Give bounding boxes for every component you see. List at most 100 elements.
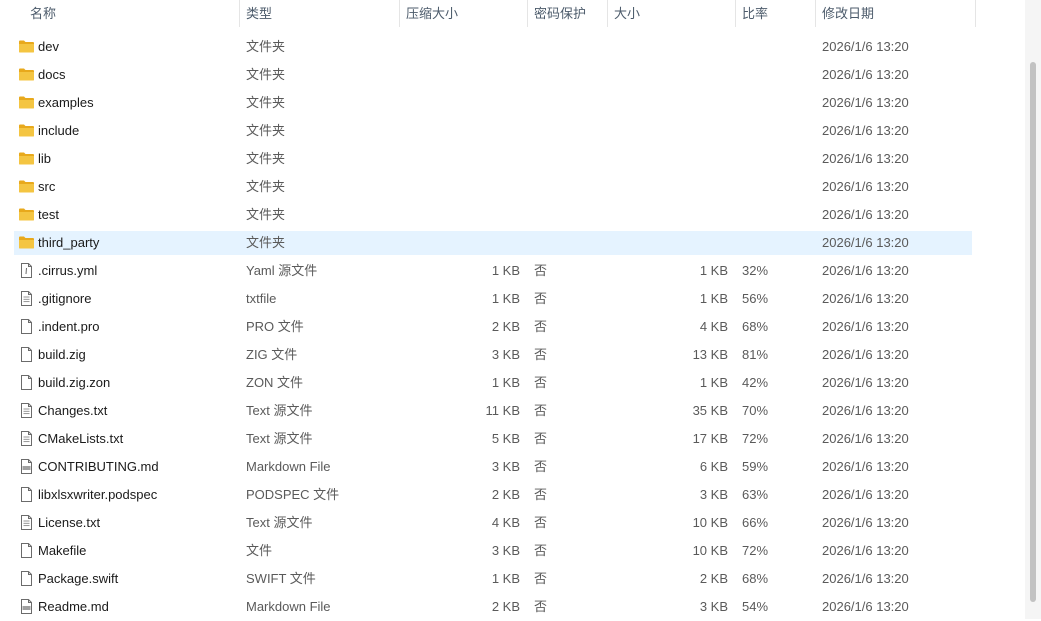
encrypted-flag: 否 (534, 403, 548, 418)
file-name: CONTRIBUTING.md (38, 459, 159, 474)
folder-icon (18, 179, 35, 194)
file-type: SWIFT 文件 (246, 571, 316, 586)
file-name: Changes.txt (38, 403, 108, 418)
file-type: ZIG 文件 (246, 347, 298, 362)
file-row[interactable]: lib 文件夹 2026/1/6 13:20 (0, 145, 976, 173)
yaml-file-icon (18, 263, 35, 278)
compression-ratio: 68% (742, 319, 769, 334)
file-name: .gitignore (38, 291, 92, 306)
file-type: 文件夹 (246, 151, 286, 166)
packed-size: 1 KB (491, 291, 520, 306)
file-row[interactable]: License.txt Text 源文件 4 KB 否 10 KB 66% 2026/1/6… (0, 509, 976, 537)
file-size: 10 KB (692, 543, 728, 558)
encrypted-flag: 否 (534, 347, 548, 362)
file-name: examples (38, 95, 94, 110)
file-row[interactable]: CMakeLists.txt Text 源文件 5 KB 否 17 KB 72% 2026/… (0, 425, 976, 453)
packed-size: 3 KB (491, 459, 520, 474)
encrypted-flag: 否 (534, 487, 548, 502)
compression-ratio: 66% (742, 515, 769, 530)
compression-ratio: 63% (742, 487, 769, 502)
modified-date: 2026/1/6 13:20 (822, 291, 909, 306)
modified-date: 2026/1/6 13:20 (822, 459, 909, 474)
file-type: Text 源文件 (246, 431, 313, 446)
file-row[interactable]: libxlsxwriter.podspec PODSPEC 文件 2 KB 否 3 KB… (0, 481, 976, 509)
file-type: 文件 (246, 543, 273, 558)
file-name: .indent.pro (38, 319, 100, 334)
packed-size (400, 33, 520, 61)
encrypted-flag: 否 (534, 319, 548, 334)
blank-file-icon (18, 571, 35, 586)
file-row[interactable]: include 文件夹 2026/1/6 13:20 (0, 117, 976, 145)
file-type: PRO 文件 (246, 319, 304, 334)
scrollbar-thumb[interactable] (1030, 62, 1036, 602)
packed-size: 1 KB (491, 263, 520, 278)
compression-ratio: 42% (742, 375, 769, 390)
file-size: 2 KB (699, 571, 728, 586)
file-size (608, 117, 728, 145)
column-header-modified-date[interactable]: 修改日期 (816, 0, 976, 27)
file-row[interactable]: .indent.pro PRO 文件 2 KB 否 4 KB 68% 2026/1/6 13… (0, 313, 976, 341)
encrypted-flag: 否 (534, 543, 548, 558)
blank-file-icon (18, 375, 35, 390)
compression-ratio: 56% (742, 291, 769, 306)
file-row[interactable]: build.zig.zon ZON 文件 1 KB 否 1 KB 42% 2026/1/6 … (0, 369, 976, 397)
file-size (608, 173, 728, 201)
text-file-icon (18, 291, 35, 306)
file-row[interactable]: .gitignore txtfile 1 KB 否 1 KB 56% 2026/1/6 13… (0, 285, 976, 313)
vertical-scrollbar[interactable] (1025, 0, 1041, 619)
modified-date: 2026/1/6 13:20 (822, 39, 909, 54)
packed-size (400, 117, 520, 145)
encrypted-flag: 否 (534, 263, 548, 278)
file-type: 文件夹 (246, 39, 286, 54)
compression-ratio: 68% (742, 571, 769, 586)
column-header-encrypted[interactable]: 密码保护 (528, 0, 608, 27)
packed-size (400, 145, 520, 173)
file-size: 35 KB (692, 403, 728, 418)
compression-ratio: 70% (742, 403, 769, 418)
file-row[interactable]: third_party 文件夹 2026/1/6 13:20 (0, 229, 976, 257)
folder-icon (18, 235, 35, 250)
modified-date: 2026/1/6 13:20 (822, 431, 909, 446)
file-row[interactable]: Changes.txt Text 源文件 11 KB 否 35 KB 70% 2026/1/… (0, 397, 976, 425)
column-header-type[interactable]: 类型 (240, 0, 400, 27)
modified-date: 2026/1/6 13:20 (822, 235, 909, 250)
folder-icon (18, 123, 35, 138)
modified-date: 2026/1/6 13:20 (822, 179, 909, 194)
compression-ratio: 32% (742, 263, 769, 278)
file-row[interactable]: Readme.md Markdown File 2 KB 否 3 KB 54% 2026/1… (0, 593, 976, 621)
packed-size (400, 89, 520, 117)
file-row[interactable]: build.zig ZIG 文件 3 KB 否 13 KB 81% 2026/1/6 13:… (0, 341, 976, 369)
column-header-name[interactable]: 名称 (24, 0, 240, 27)
packed-size: 5 KB (491, 431, 520, 446)
file-row[interactable]: src 文件夹 2026/1/6 13:20 (0, 173, 976, 201)
file-name: build.zig (38, 347, 86, 362)
file-type: Text 源文件 (246, 403, 313, 418)
file-type: Yaml 源文件 (246, 263, 318, 278)
file-row[interactable]: Package.swift SWIFT 文件 1 KB 否 2 KB 68% 2026/1/… (0, 565, 976, 593)
modified-date: 2026/1/6 13:20 (822, 123, 909, 138)
column-header-packed-size[interactable]: 压缩大小 (400, 0, 528, 27)
file-type: ZON 文件 (246, 375, 304, 390)
blank-file-icon (18, 319, 35, 334)
file-row[interactable]: dev 文件夹 2026/1/6 13:20 (0, 33, 976, 61)
file-row[interactable]: examples 文件夹 2026/1/6 13:20 (0, 89, 976, 117)
encrypted-flag: 否 (534, 459, 548, 474)
column-header-size[interactable]: 大小 (608, 0, 736, 27)
file-name: include (38, 123, 80, 138)
file-size: 1 KB (699, 291, 728, 306)
column-header-ratio[interactable]: 比率 (736, 0, 816, 27)
file-row[interactable]: docs 文件夹 2026/1/6 13:20 (0, 61, 976, 89)
file-row[interactable]: .cirrus.yml Yaml 源文件 1 KB 否 1 KB 32% 2026/1/6 … (0, 257, 976, 285)
file-size (608, 145, 728, 173)
compression-ratio: 59% (742, 459, 769, 474)
file-row[interactable]: test 文件夹 2026/1/6 13:20 (0, 201, 976, 229)
compression-ratio: 72% (742, 431, 769, 446)
packed-size: 3 KB (491, 347, 520, 362)
file-row[interactable]: CONTRIBUTING.md Markdown File 3 KB 否 6 KB 59%… (0, 453, 976, 481)
file-size: 17 KB (692, 431, 728, 446)
file-row[interactable]: Makefile 文件 3 KB 否 10 KB 72% 2026/1/6 13:20 (0, 537, 976, 565)
modified-date: 2026/1/6 13:20 (822, 515, 909, 530)
file-name: .cirrus.yml (38, 263, 98, 278)
file-type: Text 源文件 (246, 515, 313, 530)
file-name: build.zig.zon (38, 375, 111, 390)
